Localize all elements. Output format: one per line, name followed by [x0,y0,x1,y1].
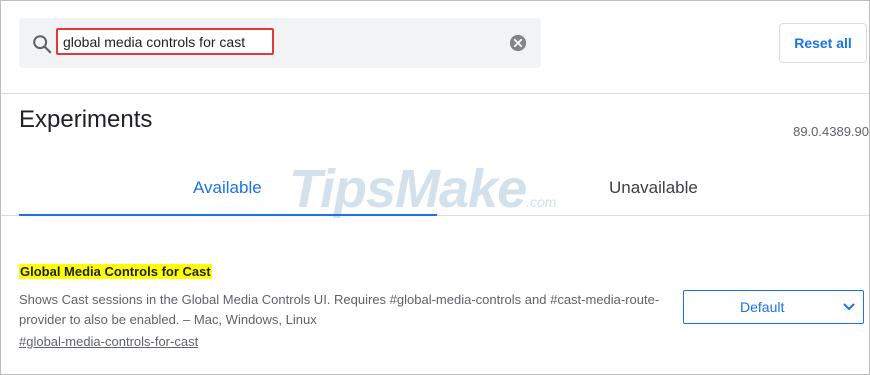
header-divider [1,93,869,94]
watermark-text: TipsMake [289,159,527,219]
tab-unavailable[interactable]: Unavailable [609,178,698,198]
search-bar [19,18,541,68]
search-input[interactable] [56,28,274,55]
tab-available[interactable]: Available [193,178,262,198]
experiment-description: Shows Cast sessions in the Global Media … [19,292,660,327]
experiment-title: Global Media Controls for Cast [19,264,212,279]
watermark-logo: TipsMake.com [289,159,556,232]
select-value: Default [740,299,785,315]
experiment-state-select[interactable]: Default [683,290,864,324]
search-icon [33,35,52,54]
page-title: Experiments [19,106,153,133]
clear-icon[interactable] [509,34,527,52]
reset-all-button[interactable]: Reset all [779,23,867,63]
active-tab-indicator [19,214,437,216]
flags-page: Reset all Experiments 89.0.4389.90 TipsM… [0,0,870,375]
watermark-suffix: .com [526,194,557,210]
experiment-link[interactable]: #global-media-controls-for-cast [19,334,198,349]
version-label: 89.0.4389.90 [793,124,869,139]
chevron-down-icon [843,303,855,310]
